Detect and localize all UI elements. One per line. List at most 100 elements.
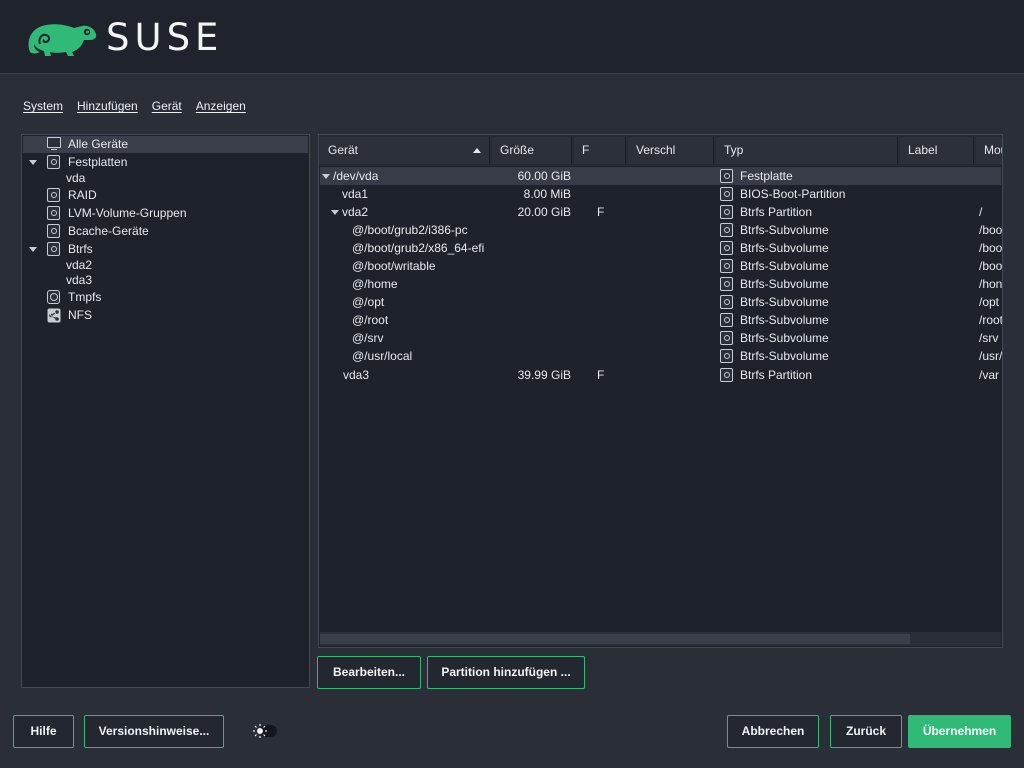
table-row[interactable]: @/usr/local Btrfs-Subvolume/usr/ (320, 347, 1002, 365)
cell-f: F (597, 368, 605, 382)
cell-type: Btrfs-Subvolume (740, 331, 829, 345)
column-header-device[interactable]: Gerät (320, 137, 490, 164)
cancel-button[interactable]: Abbrechen (727, 715, 819, 748)
cell-mount: /var (979, 368, 1000, 382)
disk-icon (47, 242, 60, 256)
disk-icon (47, 206, 60, 220)
disk-icon (720, 349, 733, 363)
cell-type: Btrfs-Subvolume (740, 295, 829, 309)
tree-item-bcache[interactable]: Bcache-Geräte (23, 223, 308, 240)
table-row[interactable]: @/opt Btrfs-Subvolume/opt (320, 293, 1001, 311)
cell-type: BIOS-Boot-Partition (740, 187, 846, 201)
column-header-mount[interactable]: Mou (976, 137, 1002, 164)
column-header-label[interactable]: Label (900, 137, 974, 164)
cell-device: @/boot/writable (352, 259, 436, 273)
device-table: Gerät Größe F Verschl Typ Label Mou /dev… (318, 134, 1003, 648)
table-row[interactable]: vda2 20.00 GiB F Btrfs Partition / (320, 203, 1001, 221)
cell-mount: /root (979, 313, 1003, 327)
device-tree: Alle Geräte Festplatten vda RAID LVM-Vol… (21, 134, 310, 688)
clock-icon (47, 290, 60, 304)
cell-device: @/boot/grub2/i386-pc (352, 223, 468, 237)
cell-device: @/home (352, 277, 398, 291)
cell-type: Festplatte (740, 169, 793, 183)
sun-toggle-icon[interactable] (252, 723, 278, 739)
menu-device[interactable]: Gerät (152, 99, 182, 115)
accept-button[interactable]: Übernehmen (908, 715, 1011, 748)
cell-device: /dev/vda (333, 169, 379, 183)
disk-icon (720, 331, 733, 345)
tree-item-all-devices[interactable]: Alle Geräte (23, 136, 308, 153)
tree-item-nfs[interactable]: NFS (23, 307, 308, 324)
horizontal-scrollbar[interactable] (320, 632, 1001, 646)
tree-item-vda[interactable]: vda (23, 170, 308, 187)
cell-device: vda2 (342, 205, 369, 219)
tree-item-btrfs[interactable]: Btrfs (23, 241, 308, 258)
table-row[interactable]: vda1 8.00 MiB BIOS-Boot-Partition (320, 185, 1001, 203)
disk-icon (720, 313, 733, 327)
table-row[interactable]: vda3 39.99 GiB F Btrfs Partition/var (320, 366, 1001, 384)
menu-add[interactable]: Hinzufügen (77, 99, 138, 115)
tree-item-raid[interactable]: RAID (23, 187, 308, 204)
tree-item-vda3[interactable]: vda3 (23, 272, 308, 289)
table-row[interactable]: @/boot/grub2/i386-pc Btrfs-Subvolume/boo (320, 221, 1003, 239)
cell-size: 60.00 GiB (517, 169, 571, 183)
chameleon-logo-icon (28, 24, 97, 56)
cell-type: Btrfs-Subvolume (740, 349, 829, 363)
menubar: System Hinzufügen Gerät Anzeigen (23, 99, 260, 115)
table-row[interactable]: @/home Btrfs-Subvolume/hon (320, 275, 1003, 293)
column-header-size[interactable]: Größe (492, 137, 572, 164)
cell-device: vda3 (343, 368, 370, 382)
disk-icon (47, 224, 60, 238)
scrollbar-thumb[interactable] (320, 634, 910, 644)
cell-device: @/root (352, 313, 389, 327)
table-row[interactable]: @/srv Btrfs-Subvolume/srv (320, 329, 1001, 347)
cell-size: 20.00 GiB (517, 205, 571, 219)
table-row[interactable]: /dev/vda 60.00 GiB Festplatte (320, 167, 1001, 185)
cell-mount: / (979, 205, 983, 219)
cell-type: Btrfs-Subvolume (740, 223, 829, 237)
disk-icon (720, 169, 733, 183)
monitor-icon (47, 137, 61, 150)
cell-type: Btrfs-Subvolume (740, 313, 829, 327)
column-header-f[interactable]: F (574, 137, 626, 164)
cell-mount: /srv (979, 331, 999, 345)
cell-size: 39.99 GiB (517, 368, 571, 382)
chevron-down-icon[interactable] (29, 247, 37, 252)
release-notes-button[interactable]: Versionshinweise... (84, 715, 224, 748)
cell-mount: /boo (979, 259, 1003, 273)
disk-icon (720, 277, 733, 291)
sort-ascending-icon (473, 148, 481, 153)
disk-icon (720, 223, 733, 237)
column-header-type[interactable]: Typ (716, 137, 898, 164)
add-partition-button[interactable]: Partition hinzufügen ... (427, 656, 585, 689)
column-header-encrypted[interactable]: Verschl (628, 137, 714, 164)
menu-system[interactable]: System (23, 99, 63, 115)
back-button[interactable]: Zurück (830, 715, 902, 748)
cell-mount: /boo (979, 223, 1003, 237)
edit-button[interactable]: Bearbeiten... (317, 656, 421, 689)
table-row[interactable]: @/boot/grub2/x86_64-efi Btrfs-Subvolume/b… (320, 239, 1003, 257)
cell-type: Btrfs-Subvolume (740, 259, 829, 273)
chevron-down-icon[interactable] (29, 160, 37, 165)
cell-mount: /opt (979, 295, 1000, 309)
cell-device: @/usr/local (352, 349, 413, 363)
disk-icon (720, 205, 733, 219)
cell-mount: /boo (979, 241, 1003, 255)
chevron-down-icon[interactable] (322, 174, 330, 179)
brand-wordmark: SUSE (106, 16, 224, 59)
disk-icon (720, 259, 733, 273)
table-row[interactable]: @/root Btrfs-Subvolume/root (320, 311, 1003, 329)
chevron-down-icon[interactable] (331, 210, 339, 215)
app-header: SUSE (0, 0, 1024, 74)
disk-icon (47, 188, 60, 202)
tree-item-tmpfs[interactable]: Tmpfs (23, 289, 308, 306)
cell-type: Btrfs Partition (740, 205, 813, 219)
disk-icon (720, 368, 733, 382)
menu-view[interactable]: Anzeigen (196, 99, 246, 115)
table-row[interactable]: @/boot/writable Btrfs-Subvolume/boo (320, 257, 1003, 275)
tree-item-lvm[interactable]: LVM-Volume-Gruppen (23, 205, 308, 222)
disk-icon (720, 295, 733, 309)
tree-item-disks[interactable]: Festplatten (23, 154, 308, 171)
help-button[interactable]: Hilfe (13, 715, 74, 748)
cell-mount: /hon (979, 277, 1003, 291)
